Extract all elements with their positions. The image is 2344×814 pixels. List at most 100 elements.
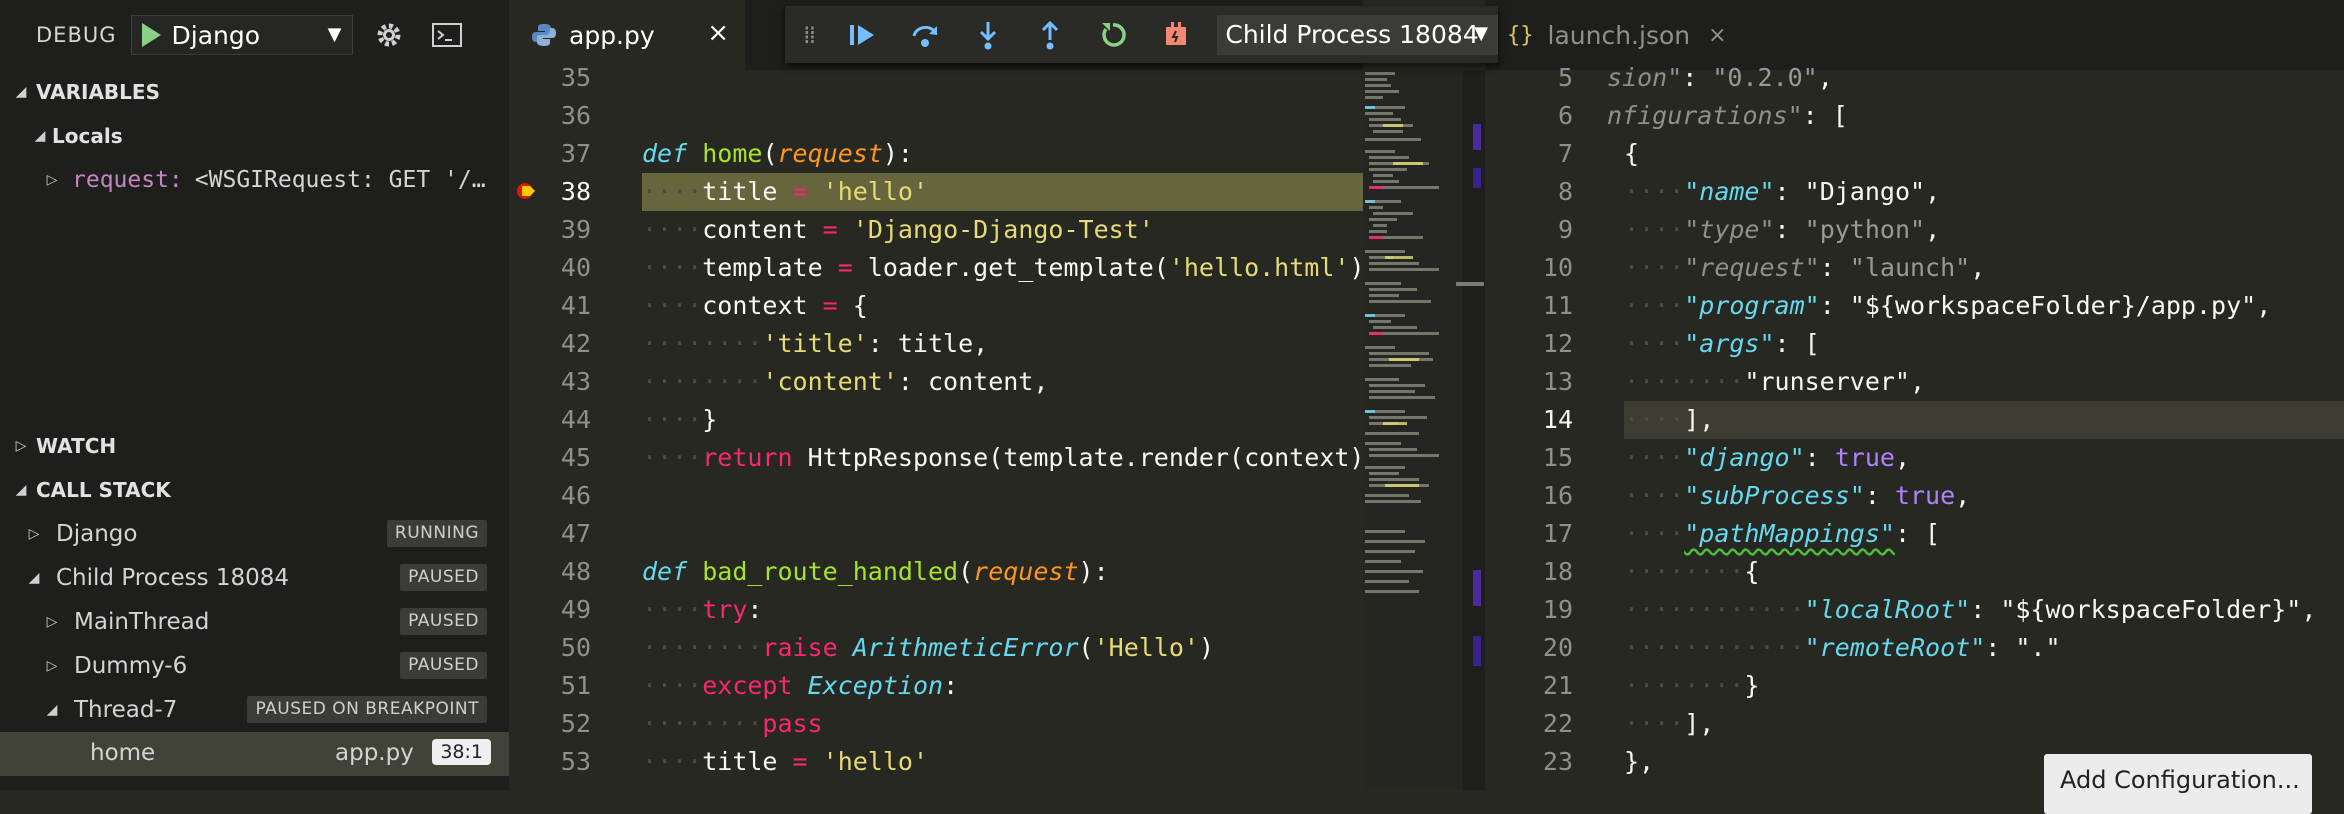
chevron-right-icon: ▷ (46, 614, 58, 630)
status-badge: PAUSED (400, 564, 487, 591)
variable-name: request: (72, 167, 183, 193)
code-line[interactable]: 21 ········} (1485, 667, 2344, 705)
code-line[interactable]: 18 ········{ (1485, 553, 2344, 591)
code-line[interactable]: 52 ········pass (509, 705, 1363, 743)
step-out-icon[interactable] (1019, 6, 1082, 63)
line-number: 19 (1542, 595, 1573, 624)
editor-app-py[interactable]: app.py × 35 36 37 def home(request): 38 … (509, 0, 1363, 790)
code-line[interactable]: 53 ····title = 'hello' (509, 743, 1363, 781)
status-badge: RUNNING (386, 520, 487, 547)
process-select[interactable]: Child Process 18084 ▼ (1217, 14, 1499, 55)
call-stack-item-django[interactable]: ▷ Django RUNNING (0, 512, 509, 556)
code-line[interactable]: 15 ····"django": true, (1485, 439, 2344, 477)
code-line[interactable]: 17 ····"pathMappings": [ (1485, 515, 2344, 553)
editor-launch-json[interactable]: {} launch.json × 5 sion": "0.2.0", 6 nfi… (1485, 0, 2344, 790)
scrollbar[interactable] (1463, 70, 1485, 790)
code-line[interactable]: 37 def home(request): (509, 135, 1363, 173)
code-line[interactable]: 19 ············"localRoot": "${workspace… (1485, 591, 2344, 629)
code-text: ········{ (1624, 557, 1760, 586)
chevron-down-icon: ▼ (1474, 22, 1489, 44)
code-line[interactable]: 39 ····content = 'Django-Django-Test' (509, 211, 1363, 249)
code-line[interactable]: 7 { (1485, 135, 2344, 173)
close-icon[interactable]: × (707, 18, 729, 48)
locals-scope[interactable]: ◢ Locals (0, 114, 509, 158)
code-line[interactable]: 9 ····"type": "python", (1485, 211, 2344, 249)
line-number: 12 (1542, 329, 1573, 358)
code-text: sion": "0.2.0", (1607, 63, 1833, 92)
code-text: nfigurations": [ (1607, 101, 1848, 130)
code-line[interactable]: 51 ····except Exception: (509, 667, 1363, 705)
code-text: ············"remoteRoot": "." (1624, 633, 2061, 662)
call-stack-item-child-process[interactable]: ◢ Child Process 18084 PAUSED (0, 556, 509, 600)
code-line[interactable]: 44 ····} (509, 401, 1363, 439)
line-number: 15 (1542, 443, 1573, 472)
chevron-down-icon: ▼ (327, 24, 342, 45)
minimap[interactable] (1363, 70, 1463, 790)
stack-frame-home[interactable]: home app.py 38:1 (0, 732, 509, 776)
call-stack-item-mainthread[interactable]: ▷ MainThread PAUSED (0, 600, 509, 644)
drag-handle-icon[interactable]: ⁞⁞ (803, 21, 830, 49)
restart-icon[interactable] (1082, 6, 1145, 63)
line-number: 20 (1542, 633, 1573, 662)
current-line[interactable]: 14 ····], (1485, 401, 2344, 439)
call-stack-label: MainThread (74, 609, 210, 635)
variables-section-header[interactable]: ◢ VARIABLES (0, 70, 509, 114)
close-icon[interactable]: × (1708, 23, 1726, 48)
code-line[interactable]: 36 (509, 97, 1363, 135)
code-line[interactable]: 46 (509, 477, 1363, 515)
code-line[interactable]: 12 ····"args": [ (1485, 325, 2344, 363)
frame-file: app.py (335, 740, 414, 766)
watch-section-header[interactable]: ▷ WATCH (0, 424, 509, 468)
code-line[interactable]: 6 nfigurations": [ (1485, 97, 2344, 135)
code-text: ········"runserver", (1624, 367, 1926, 396)
call-stack-label: Child Process 18084 (56, 565, 290, 591)
code-line[interactable]: 48 def bad_route_handled(request): (509, 553, 1363, 591)
play-icon[interactable] (132, 16, 170, 54)
continue-icon[interactable] (830, 6, 893, 63)
variables-title: VARIABLES (36, 80, 160, 104)
code-line[interactable]: 47 (509, 515, 1363, 553)
code-text: ····content = 'Django-Django-Test' (642, 215, 1154, 244)
gear-icon[interactable] (367, 13, 411, 57)
step-over-icon[interactable] (893, 6, 956, 63)
python-icon (531, 22, 557, 48)
code-line[interactable]: 11 ····"program": "${workspaceFolder}/ap… (1485, 287, 2344, 325)
code-line[interactable]: 45 ····return HttpResponse(template.rend… (509, 439, 1363, 477)
code-line[interactable]: 43 ········'content': content, (509, 363, 1363, 401)
code-line[interactable]: 16 ····"subProcess": true, (1485, 477, 2344, 515)
code-text: ········'title': title, (642, 329, 989, 358)
code-line[interactable]: 42 ········'title': title, (509, 325, 1363, 363)
code-line[interactable]: 5 sion": "0.2.0", (1485, 59, 2344, 97)
step-into-icon[interactable] (956, 6, 1019, 63)
code-line[interactable]: 40 ····template = loader.get_template('h… (509, 249, 1363, 287)
line-number: 42 (560, 329, 591, 358)
variable-request[interactable]: ▷ request: <WSGIRequest: GET '/… (0, 158, 509, 202)
code-text: ····], (1624, 405, 1715, 434)
code-line[interactable]: 8 ····"name": "Django", (1485, 173, 2344, 211)
scrollbar-slider[interactable] (1456, 282, 1484, 286)
code-line[interactable]: 35 (509, 59, 1363, 97)
terminal-icon[interactable] (425, 13, 469, 57)
debug-config-select[interactable]: Django ▼ (130, 15, 353, 55)
call-stack-item-dummy-6[interactable]: ▷ Dummy-6 PAUSED (0, 644, 509, 688)
code-text: def bad_route_handled(request): (642, 557, 1109, 586)
current-line[interactable]: 38 ····title = 'hello' (509, 173, 1363, 211)
code-line[interactable]: 49 ····try: (509, 591, 1363, 629)
line-number: 7 (1557, 139, 1573, 168)
code-line[interactable]: 50 ········raise ArithmeticError('Hello'… (509, 629, 1363, 667)
line-number: 5 (1557, 63, 1573, 92)
line-number: 40 (560, 253, 591, 282)
line-number: 36 (560, 101, 591, 130)
debug-toolbar: ⁞⁞ Child Process 18084 ▼ (785, 6, 1499, 63)
disconnect-icon[interactable] (1145, 6, 1208, 63)
add-configuration-button[interactable]: Add Configuration... (2044, 754, 2312, 814)
code-line[interactable]: 13 ········"runserver", (1485, 363, 2344, 401)
call-stack-item-thread-7[interactable]: ◢ Thread-7 PAUSED ON BREAKPOINT (0, 688, 509, 732)
code-line[interactable]: 22 ····], (1485, 705, 2344, 743)
call-stack-section-header[interactable]: ◢ CALL STACK (0, 468, 509, 512)
line-number: 11 (1542, 291, 1573, 320)
code-line[interactable]: 10 ····"request": "launch", (1485, 249, 2344, 287)
status-badge: PAUSED (400, 652, 487, 679)
code-line[interactable]: 41 ····context = { (509, 287, 1363, 325)
code-line[interactable]: 20 ············"remoteRoot": "." (1485, 629, 2344, 667)
